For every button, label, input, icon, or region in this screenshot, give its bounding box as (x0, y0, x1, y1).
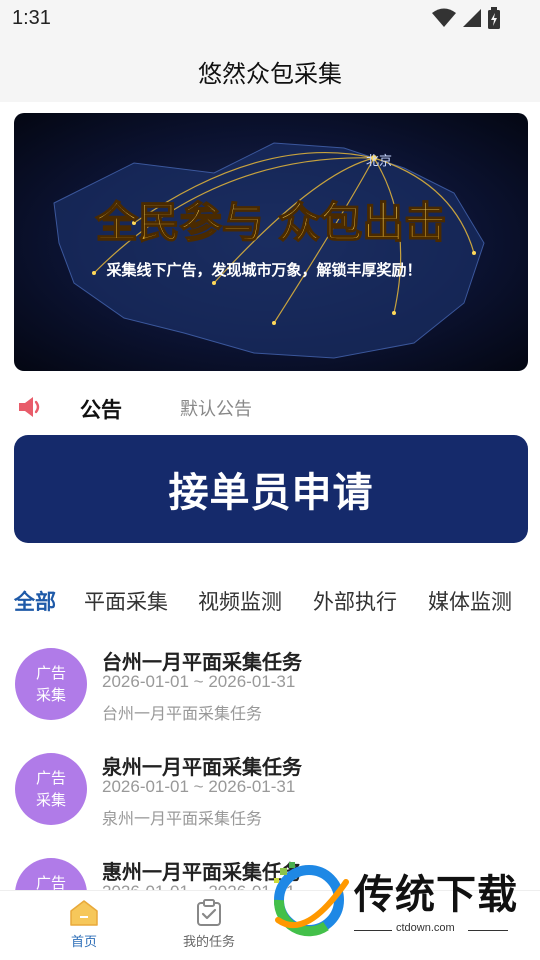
task-title: 台州一月平面采集任务 (102, 650, 302, 674)
task-clipboard-icon (197, 899, 221, 926)
task-badge-line1: 广告 (35, 664, 66, 682)
watermark-divider (468, 930, 508, 931)
banner-subline: 采集线下广告，发现城市万象，解锁丰厚奖励！ (105, 261, 421, 279)
banner-image: 北京 全民参与 众包出击 采集线下广告，发现城市万象，解锁丰厚奖励！ (14, 113, 528, 371)
status-time: 1:31 (12, 7, 51, 29)
notice-row[interactable]: 公告 默认公告 (0, 386, 540, 428)
page-title: 悠然众包采集 (198, 60, 342, 88)
status-bar: 1:31 (0, 0, 540, 36)
title-bar: 悠然众包采集 (0, 36, 540, 102)
task-badge: 广告 采集 (15, 753, 87, 825)
task-badge-line2: 采集 (35, 686, 66, 704)
notice-label: 公告 (80, 398, 122, 422)
notice-text[interactable]: 默认公告 (180, 395, 252, 421)
banner-map-label: 北京 (366, 154, 392, 169)
task-badge-line2: 采集 (35, 791, 66, 809)
watermark-divider (354, 930, 392, 931)
task-description: 泉州一月平面采集任务 (102, 809, 263, 828)
task-dates: 2026-01-01 ~ 2026-01-31 (102, 672, 296, 691)
task-title: 泉州一月平面采集任务 (102, 755, 302, 779)
category-tabs: 全部 平面采集 视频监测 外部执行 媒体监测 (0, 586, 540, 620)
task-badge: 广告 采集 (15, 648, 87, 720)
nav-home-label: 首页 (70, 935, 97, 950)
site-watermark: 传统下载 ctdown.com (262, 858, 532, 940)
tab-media-monitoring[interactable]: 媒体监测 (428, 586, 512, 616)
battery-charging-icon (488, 7, 500, 29)
tab-video-monitoring[interactable]: 视频监测 (198, 586, 282, 616)
status-icons (432, 7, 500, 29)
watermark-logo-icon (273, 862, 349, 937)
nav-my-tasks[interactable]: 我的任务 (164, 899, 254, 950)
nav-my-tasks-label: 我的任务 (182, 935, 235, 950)
promo-banner[interactable]: 北京 全民参与 众包出击 采集线下广告，发现城市万象，解锁丰厚奖励！ (14, 113, 528, 371)
watermark-url: ctdown.com (396, 922, 455, 934)
watermark-text: 传统下载 (354, 872, 518, 918)
tab-print-collection[interactable]: 平面采集 (84, 586, 168, 616)
speaker-icon (19, 397, 40, 417)
wifi-icon (432, 8, 456, 27)
task-badge-line1: 广告 (35, 769, 66, 787)
task-dates: 2026-01-01 ~ 2026-01-31 (102, 777, 296, 796)
task-description: 台州一月平面采集任务 (102, 704, 263, 723)
courier-apply-button[interactable]: 接单员申请 (14, 435, 528, 543)
task-list-item[interactable]: 广告 采集 台州一月平面采集任务 2026-01-01 ~ 2026-01-31… (0, 648, 540, 738)
task-list-item[interactable]: 广告 采集 泉州一月平面采集任务 2026-01-01 ~ 2026-01-31… (0, 753, 540, 843)
tab-external-execution[interactable]: 外部执行 (313, 586, 397, 616)
tab-all[interactable]: 全部 (14, 586, 56, 616)
nav-home[interactable]: 首页 (39, 899, 129, 950)
home-icon (70, 900, 98, 926)
cellular-signal-icon (463, 9, 481, 27)
banner-headline: 全民参与 众包出击 (95, 198, 447, 247)
